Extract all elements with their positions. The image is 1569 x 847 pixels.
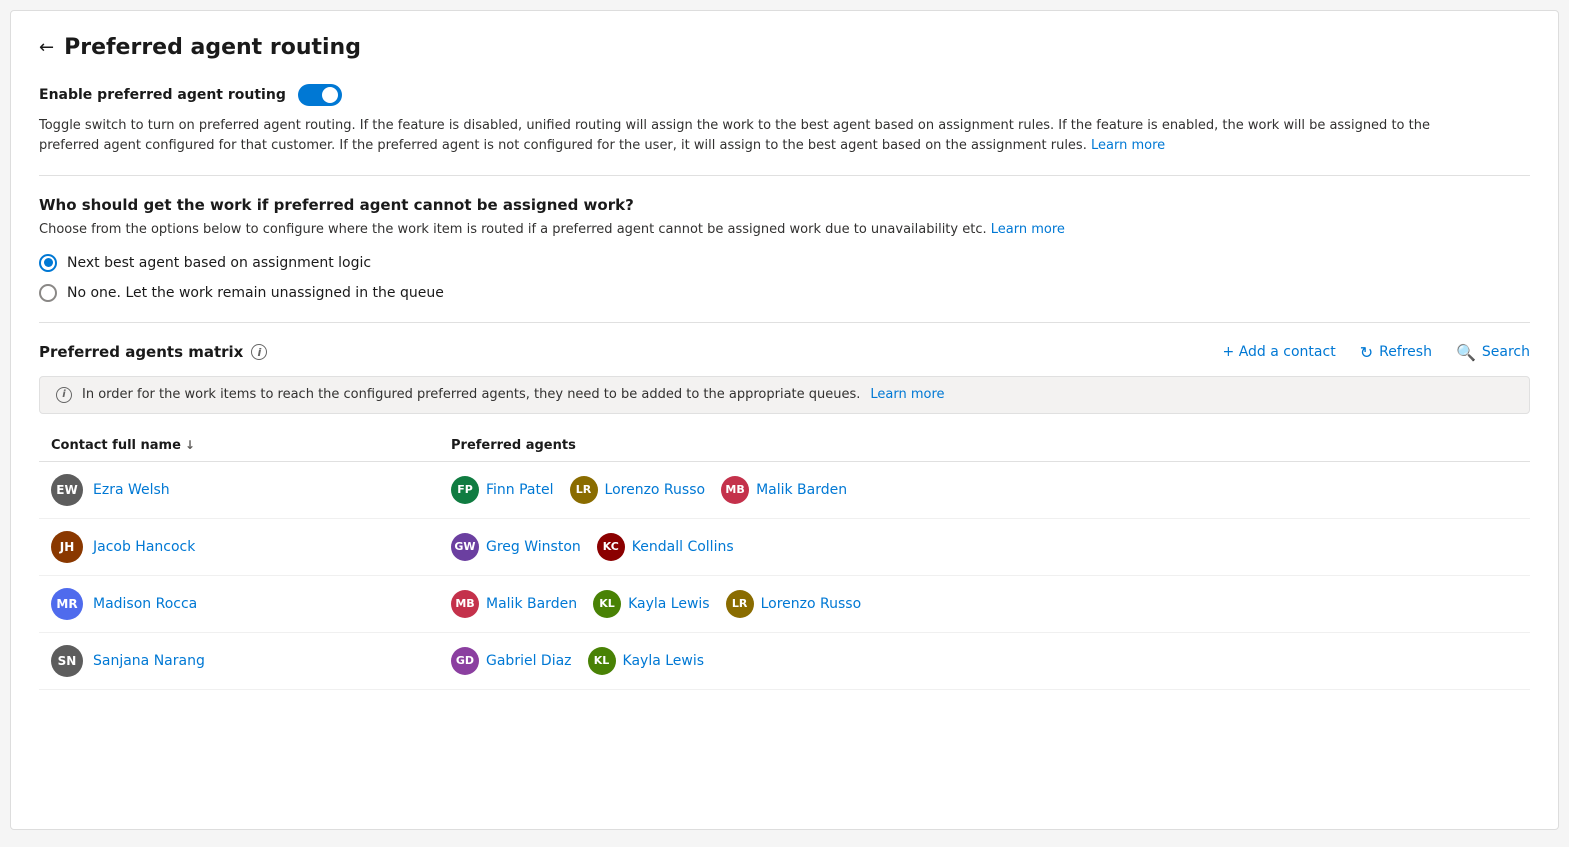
avatar: KL xyxy=(593,590,621,618)
agent-item: LR Lorenzo Russo xyxy=(570,476,706,504)
table-row: SN Sanjana Narang GD Gabriel Diaz KL Kay… xyxy=(39,633,1530,690)
agent-name-link[interactable]: Finn Patel xyxy=(486,482,554,498)
agent-name-link[interactable]: Lorenzo Russo xyxy=(605,482,706,498)
matrix-header: Preferred agents matrix i + Add a contac… xyxy=(39,343,1530,362)
avatar: MR xyxy=(51,588,83,620)
contact-cell: MR Madison Rocca xyxy=(51,588,451,620)
info-banner-text: In order for the work items to reach the… xyxy=(82,387,860,402)
matrix-actions: + Add a contact ↻ Refresh 🔍 Search xyxy=(1223,343,1530,362)
radio-next-best-indicator xyxy=(39,254,57,272)
agent-item: MB Malik Barden xyxy=(451,590,577,618)
avatar: KL xyxy=(588,647,616,675)
agent-name-link[interactable]: Kendall Collins xyxy=(632,539,734,555)
avatar: KC xyxy=(597,533,625,561)
agent-item: KC Kendall Collins xyxy=(597,533,734,561)
agents-cell: MB Malik Barden KL Kayla Lewis LR Lorenz… xyxy=(451,590,1518,618)
info-banner: i In order for the work items to reach t… xyxy=(39,376,1530,414)
contact-name-link[interactable]: Ezra Welsh xyxy=(93,482,170,498)
toggle-section: Enable preferred agent routing Toggle sw… xyxy=(39,84,1530,176)
matrix-title-row: Preferred agents matrix i xyxy=(39,343,267,361)
radio-no-one[interactable]: No one. Let the work remain unassigned i… xyxy=(39,284,1530,302)
agent-name-link[interactable]: Kayla Lewis xyxy=(623,653,705,669)
contact-cell: SN Sanjana Narang xyxy=(51,645,451,677)
avatar: FP xyxy=(451,476,479,504)
agent-item: FP Finn Patel xyxy=(451,476,554,504)
routing-section: Who should get the work if preferred age… xyxy=(39,196,1530,323)
radio-next-best-label: Next best agent based on assignment logi… xyxy=(67,255,371,271)
agent-name-link[interactable]: Kayla Lewis xyxy=(628,596,710,612)
page-header: ← Preferred agent routing xyxy=(39,35,1530,60)
refresh-button[interactable]: ↻ Refresh xyxy=(1360,343,1432,362)
agent-name-link[interactable]: Gabriel Diaz xyxy=(486,653,572,669)
contact-name-link[interactable]: Madison Rocca xyxy=(93,596,197,612)
page-title: Preferred agent routing xyxy=(64,35,361,60)
matrix-section: Preferred agents matrix i + Add a contac… xyxy=(39,343,1530,710)
contact-cell: EW Ezra Welsh xyxy=(51,474,451,506)
avatar: GD xyxy=(451,647,479,675)
toggle-description: Toggle switch to turn on preferred agent… xyxy=(39,116,1439,155)
avatar: LR xyxy=(570,476,598,504)
avatar: EW xyxy=(51,474,83,506)
contact-name-link[interactable]: Jacob Hancock xyxy=(93,539,195,555)
table-row: EW Ezra Welsh FP Finn Patel LR Lorenzo R… xyxy=(39,462,1530,519)
agent-item: MB Malik Barden xyxy=(721,476,847,504)
refresh-icon: ↻ xyxy=(1360,343,1373,362)
toggle-row: Enable preferred agent routing xyxy=(39,84,1530,106)
agent-name-link[interactable]: Lorenzo Russo xyxy=(761,596,862,612)
avatar: JH xyxy=(51,531,83,563)
matrix-title: Preferred agents matrix xyxy=(39,343,243,361)
avatar: GW xyxy=(451,533,479,561)
routing-options: Next best agent based on assignment logi… xyxy=(39,254,1530,302)
radio-no-one-indicator xyxy=(39,284,57,302)
contact-name-link[interactable]: Sanjana Narang xyxy=(93,653,205,669)
agents-cell: FP Finn Patel LR Lorenzo Russo MB Malik … xyxy=(451,476,1518,504)
agents-column-header: Preferred agents xyxy=(451,438,1518,453)
toggle-label: Enable preferred agent routing xyxy=(39,87,286,103)
contact-cell: JH Jacob Hancock xyxy=(51,531,451,563)
avatar: MB xyxy=(451,590,479,618)
avatar: SN xyxy=(51,645,83,677)
routing-description: Choose from the options below to configu… xyxy=(39,220,1439,240)
agent-name-link[interactable]: Greg Winston xyxy=(486,539,581,555)
avatar: LR xyxy=(726,590,754,618)
info-banner-icon: i xyxy=(56,387,72,403)
agent-item: KL Kayla Lewis xyxy=(593,590,710,618)
agent-item: GD Gabriel Diaz xyxy=(451,647,572,675)
toggle-learn-more-link[interactable]: Learn more xyxy=(1091,138,1165,153)
matrix-info-icon[interactable]: i xyxy=(251,344,267,360)
info-banner-learn-more-link[interactable]: Learn more xyxy=(870,387,944,402)
radio-next-best[interactable]: Next best agent based on assignment logi… xyxy=(39,254,1530,272)
sort-arrow: ↓ xyxy=(185,438,195,452)
add-contact-button[interactable]: + Add a contact xyxy=(1223,344,1336,360)
routing-learn-more-link[interactable]: Learn more xyxy=(991,222,1065,237)
agent-name-link[interactable]: Malik Barden xyxy=(756,482,847,498)
routing-section-title: Who should get the work if preferred age… xyxy=(39,196,1530,214)
avatar: MB xyxy=(721,476,749,504)
agent-name-link[interactable]: Malik Barden xyxy=(486,596,577,612)
table-row: JH Jacob Hancock GW Greg Winston KC Kend… xyxy=(39,519,1530,576)
preferred-agents-table: Contact full name ↓ Preferred agents EW … xyxy=(39,430,1530,690)
search-button[interactable]: 🔍 Search xyxy=(1456,343,1530,362)
agents-cell: GW Greg Winston KC Kendall Collins xyxy=(451,533,1518,561)
back-button[interactable]: ← xyxy=(39,37,54,58)
agent-item: LR Lorenzo Russo xyxy=(726,590,862,618)
agent-item: KL Kayla Lewis xyxy=(588,647,705,675)
agent-item: GW Greg Winston xyxy=(451,533,581,561)
contact-column-header: Contact full name ↓ xyxy=(51,438,451,453)
search-icon: 🔍 xyxy=(1456,343,1476,362)
table-row: MR Madison Rocca MB Malik Barden KL Kayl… xyxy=(39,576,1530,633)
table-header: Contact full name ↓ Preferred agents xyxy=(39,430,1530,462)
agents-cell: GD Gabriel Diaz KL Kayla Lewis xyxy=(451,647,1518,675)
enable-routing-toggle[interactable] xyxy=(298,84,342,106)
radio-no-one-label: No one. Let the work remain unassigned i… xyxy=(67,285,444,301)
